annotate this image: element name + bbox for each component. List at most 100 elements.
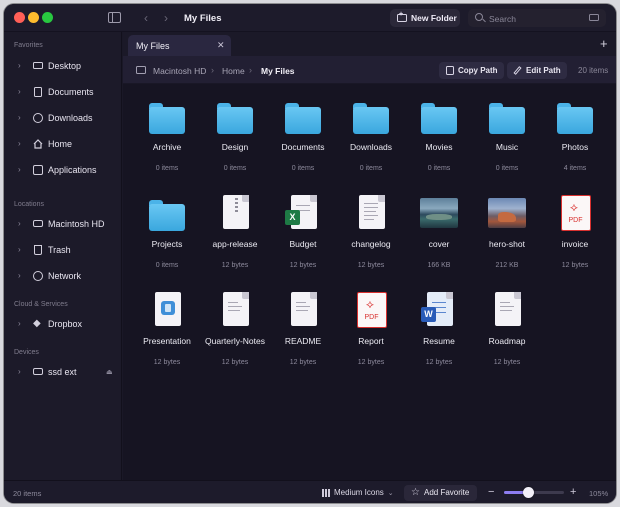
file-grid: Archive 0 items Design 0 items Documents 0 it… [123,84,616,480]
file-item[interactable]: Movies 0 items [405,84,473,178]
search-icon [475,13,483,21]
breadcrumb-my-files[interactable]: My Files [261,66,295,76]
tab-my-files[interactable]: My Files ✕ [128,35,231,56]
trash-icon [34,245,42,255]
sidebar-item-macintosh-hd[interactable]: › Macintosh HD [4,214,122,234]
folder-icon [489,103,525,134]
file-item[interactable]: ⟡ PDF invoice 12 bytes [541,181,609,275]
chevron-right-icon[interactable]: › [18,113,21,122]
file-thumbnail [420,195,458,233]
file-name: Budget [289,239,317,249]
download-icon [33,113,43,123]
zoom-out-button[interactable]: − [488,486,494,498]
file-item[interactable]: hero-shot 212 KB [473,181,541,275]
folder-scope-icon[interactable] [589,14,599,21]
file-meta: 0 items [155,165,179,172]
file-meta: 12 bytes [289,359,317,366]
file-item[interactable]: Presentation 12 bytes [133,278,201,372]
file-thumbnail [148,195,186,233]
search-input[interactable] [489,13,579,24]
file-item[interactable]: Photos 4 items [541,84,609,178]
add-tab-icon[interactable]: + [600,36,608,51]
image-thumbnail-cover [420,198,458,228]
file-item[interactable]: Roadmap 12 bytes [473,278,541,372]
file-item[interactable]: Projects 0 items [133,181,201,275]
chevron-right-icon[interactable]: › [18,367,21,376]
file-meta: 0 items [155,262,179,269]
back-arrow-icon[interactable]: ‹ [144,11,148,25]
chevron-right-icon[interactable]: › [18,87,21,96]
close-window-button[interactable] [14,12,25,23]
slider-knob[interactable] [523,487,534,498]
sidebar-item-dropbox[interactable]: › ◆ Dropbox [4,314,122,334]
view-mode-select[interactable]: Medium Icons ⌄ [322,488,394,497]
sidebar-item-ssd-ext[interactable]: › ssd ext ⏏ [4,362,122,382]
file-name: Archive [152,142,182,152]
file-item[interactable]: X Budget 12 bytes [269,181,337,275]
icon-size-slider[interactable] [504,487,564,498]
folder-icon [149,103,185,134]
eject-icon[interactable]: ⏏ [106,368,113,376]
new-folder-button[interactable]: New Folder [390,9,460,27]
file-item[interactable]: Documents 0 items [269,84,337,178]
search-box[interactable] [468,9,606,27]
chevron-right-icon[interactable]: › [18,219,21,228]
minimize-window-button[interactable] [28,12,39,23]
main-pane: My Files ✕ + Macintosh HD › Home › My Fi… [123,32,616,480]
edit-path-label: Edit Path [526,66,561,75]
file-meta: 0 items [291,165,315,172]
tab-label: My Files [136,41,170,51]
sidebar-item-trash[interactable]: › Trash [4,240,122,260]
chevron-right-icon[interactable]: › [18,319,21,328]
zoom-in-button[interactable]: + [570,486,576,498]
breadcrumb-macintosh-hd[interactable]: Macintosh HD [153,66,206,76]
file-thumbnail [352,195,390,233]
file-item[interactable]: W Resume 12 bytes [405,278,473,372]
sidebar-item-documents[interactable]: › Documents [4,82,122,102]
zoom-window-button[interactable] [42,12,53,23]
folder-icon [285,103,321,134]
chevron-right-icon[interactable]: › [18,139,21,148]
chevron-right-icon[interactable]: › [18,245,21,254]
add-favorite-button[interactable]: ☆ Add Favorite [404,485,478,501]
sidebar-item-applications[interactable]: › Applications [4,160,122,180]
file-item[interactable]: changelog 12 bytes [337,181,405,275]
file-thumbnail: ⟡ PDF [556,195,594,233]
breadcrumb-home[interactable]: Home [222,66,245,76]
file-meta: 12 bytes [357,262,385,269]
file-item[interactable]: ⟡ PDF Report 12 bytes [337,278,405,372]
file-thumbnail [148,98,186,136]
file-thumbnail [148,292,186,330]
sidebar-item-desktop[interactable]: › Desktop [4,56,122,76]
file-thumbnail: W [420,292,458,330]
file-item[interactable]: cover 166 KB [405,181,473,275]
chevron-right-icon[interactable]: › [18,271,21,280]
sidebar-item-downloads[interactable]: › Downloads [4,108,122,128]
edit-path-button[interactable]: Edit Path [507,62,567,79]
file-item[interactable]: Music 0 items [473,84,541,178]
file-item[interactable]: README 12 bytes [269,278,337,372]
chevron-right-icon[interactable]: › [18,61,21,70]
file-item[interactable]: Downloads 0 items [337,84,405,178]
folder-icon [421,103,457,134]
close-tab-icon[interactable]: ✕ [217,40,225,51]
file-item[interactable]: Archive 0 items [133,84,201,178]
document-file-icon [495,292,521,326]
chevron-right-icon[interactable]: › [18,165,21,174]
file-name: Documents [281,142,325,152]
sidebar-item-network[interactable]: › Network [4,266,122,286]
sidebar-item-home[interactable]: › Home [4,134,122,154]
file-thumbnail [488,195,526,233]
breadcrumb-separator-icon: › [249,65,252,75]
sidebar-item-label: Dropbox [48,319,83,329]
file-item[interactable]: Quarterly-Notes 12 bytes [201,278,269,372]
copy-path-button[interactable]: Copy Path [439,62,504,79]
sidebar-toggle-icon[interactable] [108,12,121,23]
file-item[interactable]: Design 0 items [201,84,269,178]
tab-bar: My Files ✕ + [123,32,616,56]
forward-arrow-icon[interactable]: › [164,11,168,25]
file-name: Movies [425,142,453,152]
applications-icon [33,165,43,175]
file-item[interactable]: app-release 12 bytes [201,181,269,275]
path-bar: Macintosh HD › Home › My Files Copy Path… [123,56,616,84]
